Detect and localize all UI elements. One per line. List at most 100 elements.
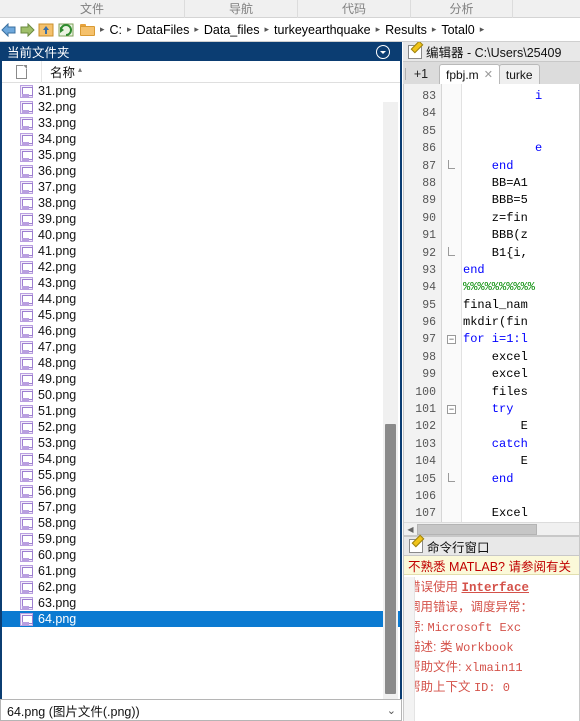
file-list-item[interactable]: 60.png [2, 547, 400, 563]
file-list-item[interactable]: 42.png [2, 259, 400, 275]
file-list-item[interactable]: 55.png [2, 467, 400, 483]
file-list-item[interactable]: 34.png [2, 131, 400, 147]
file-list-item[interactable]: 33.png [2, 115, 400, 131]
folder-icon[interactable] [80, 23, 95, 36]
editor-fold-marker[interactable]: − [442, 401, 461, 418]
file-list-item[interactable]: 56.png [2, 483, 400, 499]
command-window-body[interactable]: 不熟悉 MATLAB? 请参阅有关 错误使用 Interface 调用错误，调度异… [403, 556, 580, 721]
editor-code-area[interactable]: i e end BB=A1 BBB=5 z=fin BBB(z B1{i, end… [463, 84, 579, 535]
editor-fold-marker[interactable] [442, 123, 461, 140]
file-list-item[interactable]: 39.png [2, 211, 400, 227]
file-list-item[interactable]: 46.png [2, 323, 400, 339]
editor-fold-marker[interactable] [442, 192, 461, 209]
ribbon-section-analysis[interactable]: 分析 [411, 0, 513, 18]
file-list-item[interactable]: 48.png [2, 355, 400, 371]
name-column-header[interactable]: 名称 ▴ [42, 61, 400, 83]
editor-code-line[interactable]: end [463, 471, 579, 488]
chevron-down-circle-icon[interactable] [376, 44, 390, 59]
editor-hscroll-thumb[interactable] [417, 523, 537, 535]
editor-fold-marker[interactable] [442, 349, 461, 366]
breadcrumb-item-3[interactable]: turkeyearthquake [272, 23, 373, 37]
file-list-item[interactable]: 52.png [2, 419, 400, 435]
back-arrow-icon[interactable] [0, 19, 18, 41]
editor-fold-marker[interactable] [442, 262, 461, 279]
file-list-item[interactable]: 40.png [2, 227, 400, 243]
file-list-item[interactable]: 59.png [2, 531, 400, 547]
scroll-left-icon[interactable]: ◀ [404, 523, 417, 536]
editor-code-line[interactable]: mkdir(fin [463, 314, 579, 331]
breadcrumb-item-0[interactable]: C: [108, 23, 125, 37]
editor-fold-marker[interactable] [442, 488, 461, 505]
editor-fold-marker[interactable] [442, 140, 461, 157]
editor-tab-fpbj[interactable]: fpbj.m ✕ [439, 64, 500, 84]
close-icon[interactable]: ✕ [484, 68, 493, 81]
editor-code-line[interactable]: catch [463, 436, 579, 453]
editor-code-line[interactable]: final_nam [463, 297, 579, 314]
editor-fold-marker[interactable] [442, 314, 461, 331]
editor-fold-marker[interactable] [442, 453, 461, 470]
ribbon-section-file[interactable]: 文件 [0, 0, 185, 18]
file-list-item[interactable]: 62.png [2, 579, 400, 595]
chevron-down-icon[interactable]: ⌄ [387, 704, 396, 717]
editor-fold-marker[interactable] [442, 297, 461, 314]
editor-fold-marker[interactable] [442, 245, 461, 262]
file-list-item[interactable]: 63.png [2, 595, 400, 611]
file-list-item[interactable]: 47.png [2, 339, 400, 355]
file-list-item[interactable]: 31.png [2, 83, 400, 99]
file-list-item[interactable]: 44.png [2, 291, 400, 307]
file-list-scrollbar[interactable] [383, 102, 398, 718]
editor-fold-marker[interactable] [442, 366, 461, 383]
breadcrumb-item-2[interactable]: Data_files [202, 23, 262, 37]
editor-code-line[interactable]: z=fin [463, 210, 579, 227]
forward-arrow-icon[interactable] [18, 19, 36, 41]
editor-code-line[interactable]: excel [463, 349, 579, 366]
editor-code-line[interactable]: end [463, 158, 579, 175]
file-type-column-header[interactable] [2, 60, 42, 83]
editor-code-line[interactable]: E [463, 418, 579, 435]
file-list-item[interactable]: 58.png [2, 515, 400, 531]
editor-code-line[interactable]: end [463, 262, 579, 279]
editor-code-line[interactable] [463, 105, 579, 122]
editor-code-line[interactable]: Excel [463, 505, 579, 522]
editor-fold-marker[interactable] [442, 158, 461, 175]
editor-code-line[interactable]: for i=1:l [463, 331, 579, 348]
file-list-item[interactable]: 45.png [2, 307, 400, 323]
editor-body[interactable]: 83 84 85 86 87 88 89 90 91 92 93 94 95 96 97 98 99 100 101… [403, 84, 580, 536]
editor-code-line[interactable]: e [463, 140, 579, 157]
editor-code-line[interactable] [463, 488, 579, 505]
file-list-item[interactable]: 43.png [2, 275, 400, 291]
editor-tabbar[interactable]: +1 fpbj.m ✕ turke [403, 62, 580, 84]
editor-code-line[interactable]: B1{i, [463, 245, 579, 262]
editor-tab-turke[interactable]: turke [498, 64, 540, 84]
file-list-item[interactable]: 35.png [2, 147, 400, 163]
breadcrumb-item-5[interactable]: Total0 [439, 23, 476, 37]
editor-code-line[interactable]: files [463, 384, 579, 401]
file-list-item[interactable]: 36.png [2, 163, 400, 179]
editor-code-folding-column[interactable]: − − [442, 84, 462, 535]
refresh-icon[interactable] [56, 19, 76, 41]
editor-fold-marker[interactable]: − [442, 331, 461, 348]
file-list-item[interactable]: 49.png [2, 371, 400, 387]
file-list-item[interactable]: 51.png [2, 403, 400, 419]
file-list-item[interactable]: 64.png [2, 611, 400, 627]
file-list-item[interactable]: 54.png [2, 451, 400, 467]
file-list-item[interactable]: 37.png [2, 179, 400, 195]
editor-horizontal-scrollbar[interactable]: ◀ [404, 522, 579, 535]
file-list-scrollbar-thumb[interactable] [385, 424, 396, 694]
file-list-item[interactable]: 50.png [2, 387, 400, 403]
editor-code-line[interactable] [463, 123, 579, 140]
editor-fold-marker[interactable] [442, 279, 461, 296]
ribbon-section-code[interactable]: 代码 [298, 0, 411, 18]
editor-fold-marker[interactable] [442, 175, 461, 192]
file-list-item[interactable]: 32.png [2, 99, 400, 115]
editor-fold-marker[interactable] [442, 88, 461, 105]
editor-code-line[interactable]: try [463, 401, 579, 418]
file-list-item[interactable]: 38.png [2, 195, 400, 211]
editor-fold-marker[interactable] [442, 418, 461, 435]
editor-fold-marker[interactable] [442, 471, 461, 488]
editor-fold-marker[interactable] [442, 210, 461, 227]
file-list-item[interactable]: 41.png [2, 243, 400, 259]
editor-fold-marker[interactable] [442, 436, 461, 453]
editor-code-line[interactable]: BBB=5 [463, 192, 579, 209]
ribbon-section-navigation[interactable]: 导航 [185, 0, 298, 18]
